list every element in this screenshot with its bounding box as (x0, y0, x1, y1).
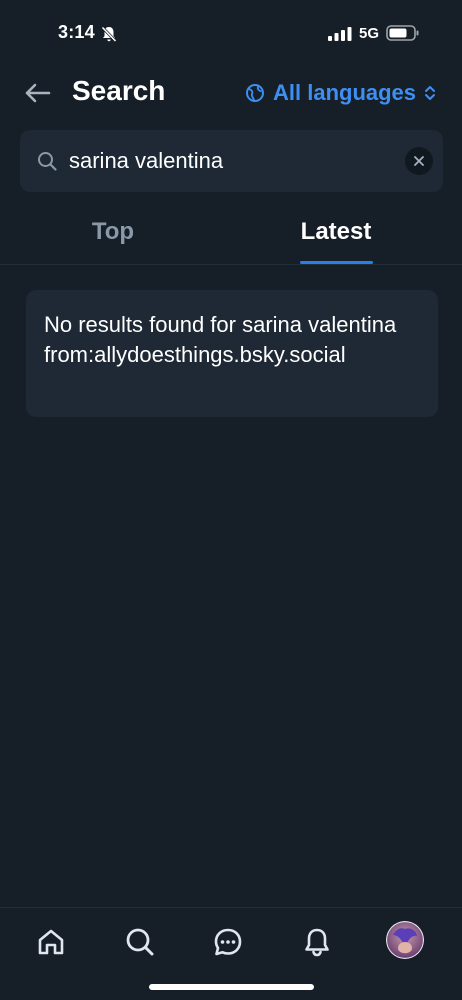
header: Search All languages (0, 66, 462, 122)
chevron-updown-icon (425, 86, 436, 100)
battery-icon (386, 25, 419, 41)
home-indicator (149, 984, 314, 990)
search-icon (126, 928, 154, 956)
status-time: 3:14 (58, 22, 95, 42)
status-bar: 3:14 5G (0, 0, 462, 66)
nav-notifications-button[interactable] (297, 922, 337, 962)
nav-home-button[interactable] (31, 922, 71, 962)
nav-chat-button[interactable] (208, 922, 248, 962)
nav-search-button[interactable] (120, 922, 160, 962)
active-tab-indicator (300, 261, 373, 264)
search-input[interactable] (69, 143, 399, 179)
bell-icon (305, 928, 329, 957)
tab-label: Latest (300, 218, 372, 245)
empty-results-card: No results found for sarina valentina fr… (26, 290, 438, 417)
clear-search-button[interactable] (405, 147, 433, 175)
mute-bell-icon (101, 26, 117, 43)
avatar-image (386, 921, 424, 959)
page-title: Search (72, 75, 166, 106)
tab-bar: Top Latest (0, 200, 462, 265)
language-label: All languages (273, 80, 417, 105)
avatar[interactable] (386, 921, 424, 959)
globe-icon (246, 84, 264, 102)
back-arrow-icon (25, 83, 51, 103)
back-button[interactable] (20, 78, 54, 108)
empty-results-message: No results found for sarina valentina fr… (44, 312, 397, 367)
tab-top[interactable]: Top (60, 200, 166, 264)
tab-latest[interactable]: Latest (284, 200, 388, 264)
chat-icon (214, 928, 242, 956)
search-bar (20, 130, 443, 192)
signal-icon (328, 27, 352, 41)
network-type: 5G (359, 25, 380, 42)
home-icon (38, 929, 64, 955)
language-selector[interactable]: All languages (245, 78, 436, 108)
close-icon (414, 156, 424, 166)
tab-label: Top (91, 218, 135, 245)
search-icon (38, 152, 57, 171)
